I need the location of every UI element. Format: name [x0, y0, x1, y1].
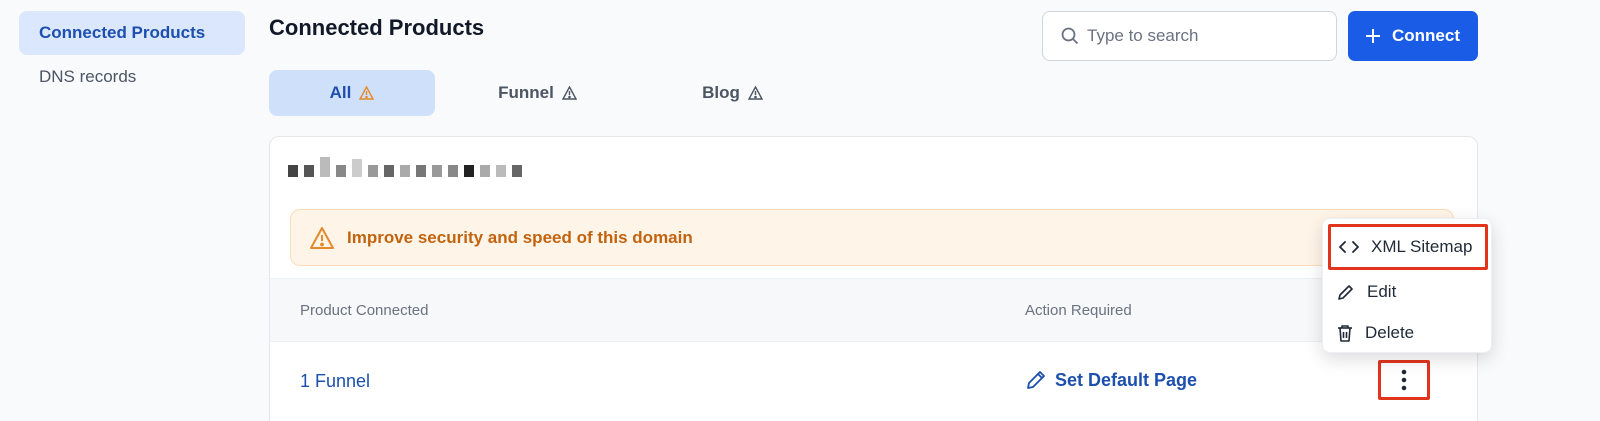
column-header-product: Product Connected — [300, 302, 429, 319]
menu-item-xml-sitemap[interactable]: XML Sitemap — [1328, 224, 1488, 270]
set-default-page-label: Set Default Page — [1055, 369, 1198, 390]
sidebar-item-label: Connected Products — [39, 23, 206, 42]
kebab-menu-icon — [1401, 369, 1407, 391]
sidebar: Connected Products DNS records — [19, 11, 245, 99]
trash-icon — [1337, 324, 1353, 342]
menu-item-edit[interactable]: Edit — [1323, 271, 1491, 313]
search-box[interactable] — [1042, 11, 1337, 61]
connect-button[interactable]: Connect — [1348, 11, 1478, 61]
tab-label: All — [329, 83, 352, 102]
tab-all[interactable]: All — [269, 70, 435, 116]
pencil-icon — [1025, 369, 1047, 391]
menu-item-label: Edit — [1367, 282, 1397, 301]
tab-blog[interactable]: Blog — [655, 70, 810, 116]
row-actions-menu: XML Sitemap Edit Delete — [1322, 218, 1492, 353]
menu-item-label: XML Sitemap — [1371, 237, 1473, 256]
menu-item-delete[interactable]: Delete — [1323, 312, 1491, 354]
security-alert: Improve security and speed of this domai… — [290, 209, 1454, 266]
search-input[interactable] — [1087, 26, 1317, 46]
table-row: 1 Funnel Set Default Page — [270, 343, 1477, 421]
domain-card: Improve security and speed of this domai… — [269, 136, 1478, 421]
tab-funnel[interactable]: Funnel — [460, 70, 615, 116]
pencil-icon — [1337, 283, 1355, 301]
code-icon — [1339, 240, 1359, 254]
sidebar-item-connected-products[interactable]: Connected Products — [19, 11, 245, 55]
plus-icon — [1366, 29, 1380, 43]
search-icon — [1061, 27, 1079, 45]
sidebar-item-dns-records[interactable]: DNS records — [19, 55, 245, 99]
product-link[interactable]: 1 Funnel — [300, 371, 370, 392]
connect-button-label: Connect — [1392, 26, 1460, 45]
page-title: Connected Products — [269, 15, 485, 40]
tab-label: Blog — [702, 83, 740, 102]
sidebar-item-label: DNS records — [39, 67, 137, 86]
warning-icon — [747, 86, 763, 100]
row-actions-button[interactable] — [1378, 360, 1430, 400]
warning-icon — [561, 86, 577, 100]
alert-text: Improve security and speed of this domai… — [347, 227, 693, 247]
set-default-page-link[interactable]: Set Default Page — [1025, 369, 1197, 391]
redacted-domain-name — [288, 157, 522, 177]
column-header-action: Action Required — [1025, 302, 1132, 319]
tab-label: Funnel — [498, 83, 554, 102]
table-header: Product Connected Action Required — [270, 278, 1477, 342]
menu-item-label: Delete — [1365, 323, 1415, 342]
warning-icon — [309, 226, 335, 250]
warning-icon — [359, 86, 375, 100]
